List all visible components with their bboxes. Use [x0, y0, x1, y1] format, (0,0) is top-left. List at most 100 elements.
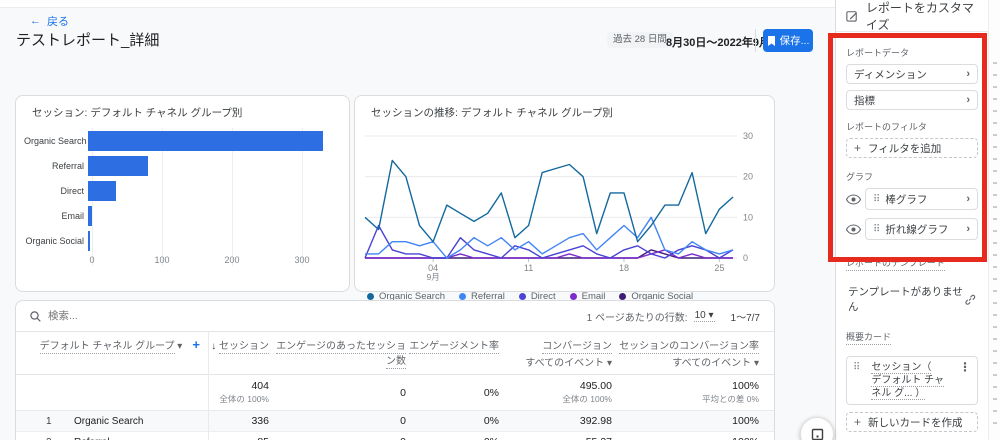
search-input[interactable] [48, 310, 248, 322]
drag-handle-icon[interactable]: ⠿ [853, 362, 859, 373]
svg-text:10: 10 [743, 212, 753, 222]
column-header-conversions[interactable]: コンバージョン すべてのイベント ▾ [499, 337, 612, 369]
bar-category-label: Organic Social [24, 236, 88, 246]
dimensions-button[interactable]: ディメンション› [846, 64, 978, 84]
svg-text:20: 20 [743, 172, 753, 182]
row-range: 1～7/7 [731, 309, 760, 324]
date-range-chip[interactable]: 過去 28 日間 [607, 32, 673, 48]
search-icon [30, 311, 41, 322]
svg-text:9月: 9月 [427, 272, 440, 282]
template-value: テンプレートがありません [848, 284, 964, 314]
table-row[interactable]: 1Organic Search33600%392.98100% [16, 411, 774, 432]
report-template-label[interactable]: レポートのテンプレート [846, 256, 945, 271]
legend-dot-icon [619, 293, 626, 300]
line-chart-title: セッションの推移: デフォルト チャネル グループ別 [355, 96, 774, 122]
bar-row: Organic Search [24, 128, 335, 153]
template-row: テンプレートがありません [848, 284, 976, 314]
ga4-report-editor: ← 戻る テストレポート_詳細 過去 28 日間 8月30日～2022年9月26… [0, 0, 1000, 440]
bar-row: Direct [24, 178, 335, 203]
plus-icon: + [854, 141, 861, 155]
save-button[interactable]: 保存... [763, 29, 813, 52]
metrics-button[interactable]: 指標› [846, 90, 978, 110]
column-header-engaged-sessions[interactable]: エンゲージのあったセッション数 [269, 337, 406, 367]
column-header-channel-group[interactable]: デフォルト チャネル グループ ▾ + [16, 337, 206, 352]
rows-per-page-select[interactable]: 10 ▾ [694, 310, 715, 322]
channel-cell: 1Organic Search [16, 416, 206, 427]
table-cell: 0% [406, 436, 499, 440]
table-totals-row: 404全体の 100% 0 0% 495.00全体の 100% 100%平均との… [16, 375, 774, 411]
visibility-eye-icon[interactable] [846, 224, 861, 235]
visibility-eye-icon[interactable] [846, 194, 861, 205]
svg-text:30: 30 [743, 131, 753, 141]
bar[interactable] [88, 206, 92, 226]
bar-axis-tick-label: 0 [89, 255, 94, 265]
bar-chart-item-button[interactable]: ⠿ 棒グラフ › [865, 188, 978, 210]
bar[interactable] [88, 131, 323, 151]
back-link[interactable]: ← 戻る [30, 13, 69, 29]
bar-axis-tick-label: 200 [224, 255, 239, 265]
table-header-row: デフォルト チャネル グループ ▾ + ↓ セッション エンゲージのあったセッシ… [16, 331, 774, 375]
drag-handle-icon[interactable]: ⠿ [873, 194, 879, 205]
dropdown-arrow-icon: ▾ [177, 341, 182, 352]
customize-report-panel: レポートをカスタマイズ レポートデータ ディメンション› 指標› レポートのフィ… [835, 0, 988, 440]
bar-category-label: Organic Search [24, 136, 88, 146]
scrollbar[interactable] [988, 0, 1000, 440]
line-chart-item-button[interactable]: ⠿ 折れ線グラフ › [865, 218, 978, 240]
svg-text:25: 25 [714, 263, 724, 273]
add-dimension-button[interactable]: + [192, 337, 200, 352]
table-row[interactable]: 2Referral8500%55.37100% [16, 432, 774, 440]
table-cell: 100% [612, 436, 759, 440]
bar-chart-card: セッション: デフォルト チャネル グループ別 Organic Search Re… [15, 95, 350, 292]
chevron-right-icon: › [966, 68, 970, 80]
feedback-icon [811, 428, 824, 440]
column-divider [208, 331, 209, 440]
column-header-session-conversion-rate[interactable]: セッションのコンバージョン率 すべてのイベント ▾ [612, 337, 759, 369]
line-chart-card: セッションの推移: デフォルト チャネル グループ別 0102030049月11… [354, 95, 775, 292]
charts-label: グラフ [846, 170, 978, 183]
bar[interactable] [88, 181, 116, 201]
chevron-right-icon: › [966, 223, 970, 235]
search-box[interactable] [30, 310, 587, 322]
sort-desc-icon: ↓ [211, 341, 216, 352]
report-data-label: レポートデータ [846, 46, 978, 59]
create-card-button[interactable]: +新しいカードを作成 [846, 412, 978, 432]
pagination: 1 ページあたりの行数: 10 ▾ 1～7/7 [587, 309, 760, 324]
channel-cell: 2Referral [16, 437, 206, 440]
column-header-sessions[interactable]: ↓ セッション [206, 337, 269, 352]
data-table-card: 1 ページあたりの行数: 10 ▾ 1～7/7 デフォルト チャネル グループ … [15, 300, 775, 440]
back-label: 戻る [47, 13, 69, 29]
rows-per-page-label: 1 ページあたりの行数: [587, 309, 688, 324]
table-search-row: 1 ページあたりの行数: 10 ▾ 1～7/7 [16, 301, 774, 331]
report-filter-label: レポートのフィルタ [846, 120, 978, 133]
table-cell: 392.98 [499, 415, 612, 427]
link-icon[interactable] [964, 293, 976, 306]
legend-dot-icon [570, 293, 577, 300]
add-filter-button[interactable]: +フィルタを追加 [846, 138, 978, 158]
drag-handle-icon[interactable]: ⠿ [873, 224, 879, 235]
line-chart-plot: 0102030049月111825 [361, 124, 772, 287]
customize-report-icon [846, 9, 858, 23]
bar-category-label: Email [24, 211, 88, 221]
bar-chart-title: セッション: デフォルト チャネル グループ別 [16, 96, 349, 122]
summary-card-item[interactable]: ⠿ セッション（ デフォルト チャネル グ... ） ⋮ [846, 356, 978, 405]
table-cell: 0 [269, 415, 406, 427]
bar[interactable] [88, 231, 90, 251]
back-arrow-icon: ← [30, 15, 41, 27]
table-cell: 0% [406, 415, 499, 427]
legend-dot-icon [459, 293, 466, 300]
bar[interactable] [88, 156, 148, 176]
bar-row: Email [24, 203, 335, 228]
column-header-engagement-rate[interactable]: エンゲージメント率 [406, 337, 499, 352]
bar-axis-tick-label: 300 [294, 255, 309, 265]
chevron-right-icon: › [966, 193, 970, 205]
line-chart-row: ⠿ 折れ線グラフ › [846, 218, 978, 240]
table-cell: 336 [206, 415, 269, 427]
bar-row: Referral [24, 153, 335, 178]
bar-chart-row: ⠿ 棒グラフ › [846, 188, 978, 210]
plus-icon: + [854, 415, 861, 429]
summary-cards-label[interactable]: 概要カード [846, 330, 891, 345]
bar-axis-tick-label: 100 [154, 255, 169, 265]
table-cell: 85 [206, 436, 269, 440]
kebab-menu-icon[interactable]: ⋮ [959, 361, 971, 373]
header-divider [755, 29, 756, 52]
